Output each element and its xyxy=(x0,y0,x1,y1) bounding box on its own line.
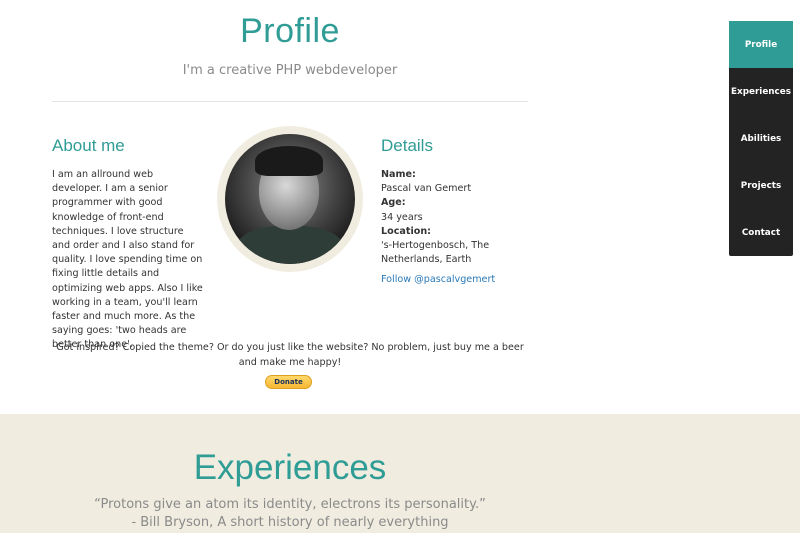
avatar xyxy=(225,134,355,264)
details-list: Name: Pascal van Gemert Age: 34 years Lo… xyxy=(381,168,521,288)
name-value: Pascal van Gemert xyxy=(381,183,472,195)
location-label: Location: xyxy=(381,225,431,237)
age-value: 34 years xyxy=(381,211,423,223)
name-label: Name: xyxy=(381,169,416,180)
details-title: Details xyxy=(381,136,433,155)
page-subtitle: I'm a creative PHP webdeveloper xyxy=(182,63,398,78)
side-nav: Profile Experiences Abilities Projects C… xyxy=(729,21,793,256)
experiences-title: Experiences xyxy=(193,448,387,487)
profile-header: Profile I'm a creative PHP webdeveloper xyxy=(52,0,528,78)
donate-button[interactable]: Donate xyxy=(265,375,312,389)
experiences-quote: “Protons give an atom its identity, elec… xyxy=(0,496,580,531)
quote-text: “Protons give an atom its identity, elec… xyxy=(94,497,486,512)
nav-item-experiences[interactable]: Experiences xyxy=(729,68,793,115)
about-title: About me xyxy=(52,136,125,155)
avatar-hair xyxy=(255,146,323,176)
nav-item-profile[interactable]: Profile xyxy=(729,21,793,68)
experiences-section: Experiences “Protons give an atom its id… xyxy=(0,414,800,533)
nav-item-projects[interactable]: Projects xyxy=(729,162,793,209)
donate-message: Got inspired? Copied the theme? Or do yo… xyxy=(56,342,524,368)
page-title: Profile xyxy=(240,12,340,50)
nav-item-abilities[interactable]: Abilities xyxy=(729,115,793,162)
quote-author: - Bill Bryson, A short history of nearly… xyxy=(131,514,449,530)
header-divider xyxy=(52,101,528,102)
follow-link[interactable]: Follow @pascalvgemert xyxy=(381,273,521,287)
age-label: Age: xyxy=(381,197,406,209)
about-text: I am an allround web developer. I am a s… xyxy=(52,169,203,351)
avatar-frame xyxy=(217,126,363,272)
avatar-jacket xyxy=(235,226,345,264)
location-value: 's-Hertogenbosch, The Netherlands, Earth xyxy=(381,240,490,266)
nav-item-contact[interactable]: Contact xyxy=(729,209,793,256)
